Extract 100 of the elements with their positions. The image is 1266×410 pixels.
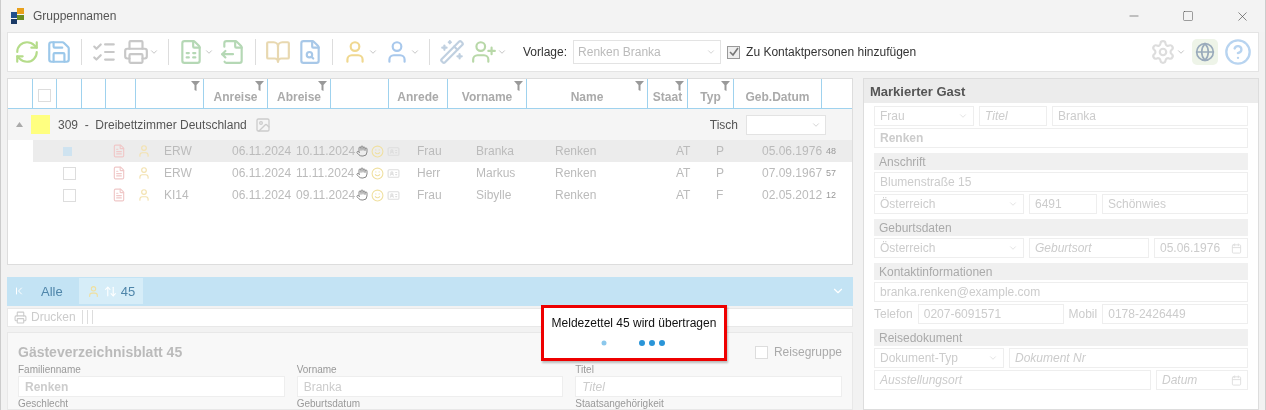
- field-label: Titel: [575, 364, 595, 375]
- caret-icon[interactable]: [497, 47, 507, 57]
- collapse-icon[interactable]: [16, 122, 23, 127]
- first-page-icon[interactable]: [13, 285, 25, 298]
- filter-icon[interactable]: [191, 81, 200, 91]
- contact-checkbox-label: Zu Kontaktpersonen hinzufügen: [746, 45, 917, 59]
- window-title: Gruppennamen: [33, 9, 118, 23]
- caret-icon[interactable]: [149, 47, 159, 57]
- column-header[interactable]: Vorname: [461, 90, 513, 104]
- calendar-icon: [1231, 242, 1242, 254]
- table-cell-text: Sibylle: [475, 188, 513, 202]
- table-cell-text: Markus: [475, 166, 517, 180]
- table-cell-text: ERW: [163, 166, 193, 180]
- table-cell-text: 02.05.2012: [761, 188, 823, 202]
- panel-title: Markierter Gast: [864, 79, 1258, 103]
- smiley-icon[interactable]: [371, 166, 384, 180]
- hand-icon[interactable]: [356, 189, 368, 201]
- document-icon[interactable]: [112, 144, 126, 158]
- column-header[interactable]: Typ: [700, 90, 721, 104]
- image-icon[interactable]: [254, 116, 271, 133]
- column-header[interactable]: Anreise: [213, 90, 258, 104]
- help-icon[interactable]: [1224, 38, 1252, 66]
- spreadsheet-icon[interactable]: [178, 39, 204, 65]
- table-label: Tisch: [709, 117, 738, 132]
- table-cell-text: F: [715, 188, 725, 202]
- form-title: Gästeverzeichnisblatt 45: [18, 344, 183, 360]
- table-cell-text: 06.11.2024: [231, 166, 293, 180]
- settings-icon[interactable]: [1150, 39, 1176, 65]
- filter-icon[interactable]: [318, 81, 327, 91]
- field-label: Geschlecht: [18, 398, 70, 409]
- group-title: 309 - Dreibettzimmer Deutschland: [58, 117, 247, 132]
- section-heading: Geburtsdaten: [874, 219, 1248, 236]
- refresh-icon[interactable]: [14, 39, 40, 65]
- table-cell-text: Renken: [554, 188, 598, 202]
- person-icon[interactable]: [137, 166, 151, 180]
- magic-wand-icon[interactable]: [439, 39, 465, 65]
- column-header[interactable]: Geb.Datum: [745, 90, 810, 104]
- group-trip-label: Reisegruppe: [773, 345, 842, 359]
- table-cell-text: 07.09.1967: [761, 166, 823, 180]
- book-icon[interactable]: [265, 39, 291, 65]
- table-cell-text: 11.11.2024: [295, 166, 356, 180]
- field-label: Familienname: [18, 364, 82, 375]
- add-person-icon[interactable]: [471, 39, 497, 65]
- table-cell-text: P: [715, 166, 725, 180]
- person-icon: [86, 284, 100, 298]
- person-icon[interactable]: [137, 188, 151, 202]
- caret-icon[interactable]: [410, 47, 420, 57]
- table-cell-text: AT: [675, 188, 692, 202]
- contact-checkbox[interactable]: [727, 45, 741, 59]
- smiley-icon[interactable]: [371, 188, 384, 202]
- caret-icon: [706, 47, 717, 57]
- filter-icon[interactable]: [675, 81, 684, 91]
- age-label: 48: [826, 146, 837, 156]
- table-cell-text: KI14: [163, 188, 190, 202]
- column-header[interactable]: Abreise: [277, 90, 321, 104]
- document-export-icon[interactable]: [220, 39, 246, 65]
- person-icon[interactable]: [137, 144, 151, 158]
- tab[interactable]: Alle: [33, 278, 71, 305]
- globe-icon[interactable]: [1192, 39, 1218, 65]
- row-checkbox[interactable]: [63, 188, 76, 202]
- printer-icon: [14, 310, 27, 324]
- save-icon[interactable]: [46, 39, 72, 65]
- document-search-icon[interactable]: [297, 39, 323, 65]
- column-header[interactable]: Staat: [652, 90, 683, 104]
- hand-icon[interactable]: [356, 167, 368, 179]
- caret-icon[interactable]: [204, 47, 214, 57]
- filter-icon[interactable]: [514, 81, 523, 91]
- age-label: 12: [826, 190, 837, 200]
- section-heading: Anschrift: [874, 153, 1248, 170]
- group-trip-checkbox[interactable]: [754, 345, 768, 359]
- field-label: Vorname: [296, 364, 338, 375]
- table-cell-text: Frau: [416, 188, 443, 202]
- table-cell-text: Herr: [416, 166, 442, 180]
- printer-icon[interactable]: [123, 39, 149, 65]
- row-checkbox[interactable]: [63, 166, 76, 180]
- caret-icon[interactable]: [1176, 47, 1186, 57]
- section-heading: Kontaktinformationen: [874, 263, 1248, 280]
- template-dropdown[interactable]: Renken Branka: [573, 40, 722, 64]
- filter-icon[interactable]: [721, 81, 730, 91]
- select-all-checkbox[interactable]: [38, 89, 51, 102]
- caret-icon[interactable]: [368, 47, 378, 57]
- hand-icon[interactable]: [356, 145, 368, 157]
- maximize-icon: [1182, 10, 1194, 22]
- filter-icon[interactable]: [255, 81, 264, 91]
- id-card-icon[interactable]: [387, 188, 400, 202]
- table-cell-text: AT: [675, 166, 692, 180]
- row-checkbox[interactable]: [63, 146, 72, 156]
- calendar-icon: [1231, 374, 1242, 386]
- loading-indicator: [601, 340, 667, 346]
- document-icon[interactable]: [112, 188, 126, 202]
- id-card-icon[interactable]: [387, 166, 400, 180]
- tab[interactable]: 45: [78, 278, 144, 305]
- progress-message: Meldezettel 45 wird übertragen: [551, 316, 717, 330]
- column-header[interactable]: Anrede: [397, 90, 439, 104]
- filter-icon[interactable]: [635, 81, 644, 91]
- table-dropdown[interactable]: [746, 114, 826, 135]
- document-icon[interactable]: [112, 166, 126, 180]
- column-header[interactable]: Name: [570, 90, 604, 104]
- section-heading: Reisedokument: [874, 329, 1248, 346]
- smiley-icon[interactable]: [371, 144, 384, 158]
